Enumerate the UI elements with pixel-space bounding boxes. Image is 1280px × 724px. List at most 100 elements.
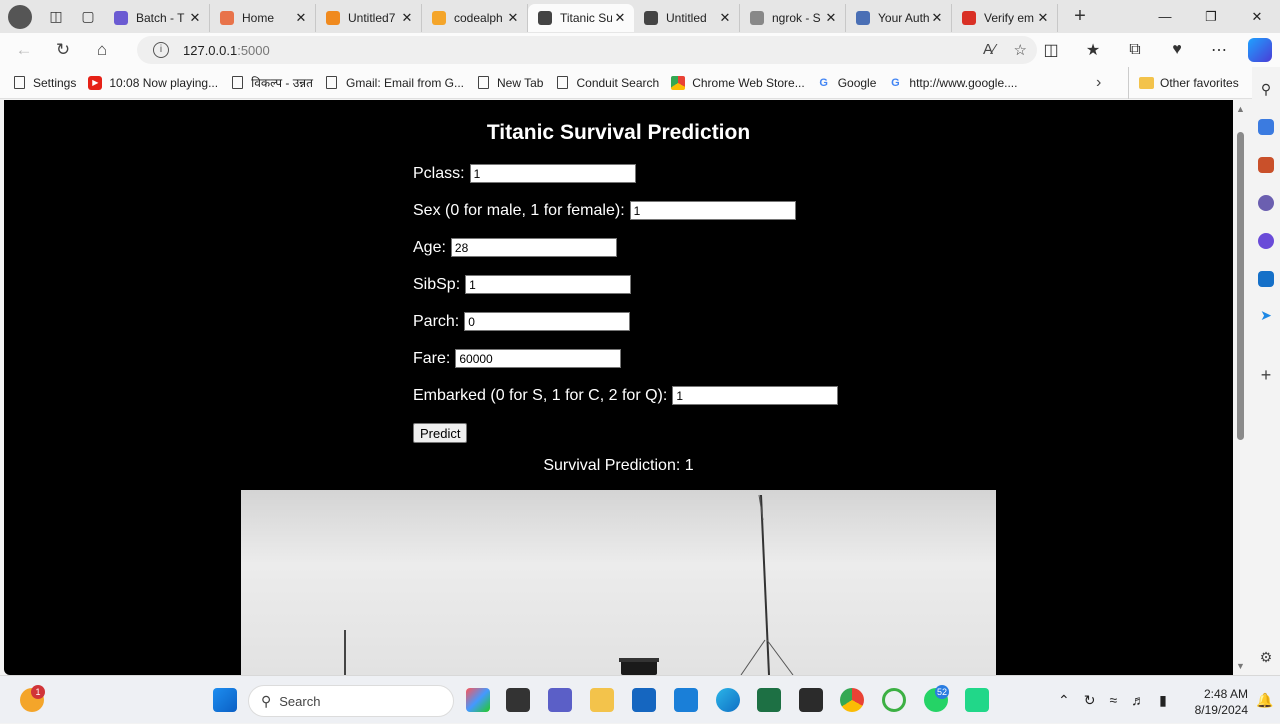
tab-close-icon[interactable]: ✕ [717, 10, 733, 26]
volume-icon[interactable]: ♬ [1131, 692, 1145, 708]
tab-9[interactable]: Verify em ✕ [952, 4, 1058, 32]
field-input[interactable] [464, 312, 631, 331]
sidebar-settings-icon[interactable]: ⚙ [1258, 649, 1274, 665]
outlook-icon[interactable] [1258, 271, 1274, 287]
tab-title: Your Auth [878, 11, 929, 25]
field-input[interactable] [672, 386, 839, 405]
page-scrollbar[interactable]: ▲ ▼ [1233, 100, 1248, 675]
tab-1[interactable]: Batch - T ✕ [104, 4, 210, 32]
tab-close-icon[interactable]: ✕ [1035, 10, 1051, 26]
start-button[interactable] [213, 688, 237, 712]
bookmark-item[interactable]: G Google [817, 76, 876, 90]
tab-3[interactable]: Untitled7 ✕ [316, 4, 422, 32]
tab-close-icon[interactable]: ✕ [293, 10, 309, 26]
tab-4[interactable]: codealph ✕ [422, 4, 528, 32]
copilot-icon[interactable] [1248, 38, 1272, 62]
tab-actions-icon[interactable]: ▢ [77, 6, 99, 28]
teams-icon[interactable] [548, 688, 572, 712]
favorites-icon[interactable]: ★ [1072, 40, 1114, 60]
site-info-icon[interactable]: i [153, 42, 169, 58]
chevron-right-icon[interactable]: › [1096, 74, 1101, 92]
tab-title: ngrok - S [772, 11, 821, 25]
field-input[interactable] [450, 238, 617, 257]
clock[interactable]: 2:48 AM 8/19/2024 [1188, 686, 1248, 718]
folder-icon [1139, 77, 1154, 89]
more-menu-icon[interactable]: ⋯ [1198, 40, 1240, 60]
field-input[interactable] [465, 275, 632, 294]
copilot-taskbar-icon[interactable] [466, 688, 490, 712]
field-input[interactable] [455, 349, 622, 368]
taskbar-search[interactable]: ⚲ Search [248, 685, 454, 717]
split-screen-icon[interactable]: ◫ [1030, 40, 1072, 60]
games-icon[interactable] [1258, 195, 1274, 211]
bookmark-item[interactable]: New Tab [476, 76, 543, 90]
tab-8[interactable]: Your Auth ✕ [846, 4, 952, 32]
tab-close-icon[interactable]: ✕ [187, 10, 203, 26]
tab-title: Verify em [984, 11, 1035, 25]
tab-favicon-icon [856, 11, 870, 25]
cortana-ring-icon[interactable] [882, 688, 906, 712]
tab-2[interactable]: Home ✕ [210, 4, 316, 32]
favorite-star-icon[interactable]: ☆ [1014, 41, 1027, 59]
microsoft365-icon[interactable] [1258, 233, 1274, 249]
file-explorer-icon[interactable] [590, 688, 614, 712]
edge-icon[interactable] [716, 688, 740, 712]
collections-icon[interactable]: ⧉ [1114, 41, 1156, 59]
excel-icon[interactable] [757, 688, 781, 712]
chevron-up-icon[interactable]: ⌃ [1058, 692, 1070, 709]
maximize-button[interactable]: ❐ [1188, 0, 1234, 33]
field-input[interactable] [469, 164, 636, 183]
mail-icon[interactable] [674, 688, 698, 712]
form-row: SibSp: [413, 275, 632, 294]
tools-icon[interactable] [1258, 157, 1274, 173]
shopping-icon[interactable] [1258, 119, 1274, 135]
refresh-button[interactable]: ↻ [48, 35, 78, 65]
task-view-icon[interactable] [506, 688, 530, 712]
minimize-button[interactable]: — [1142, 0, 1188, 33]
tab-close-icon[interactable]: ✕ [399, 10, 415, 26]
scroll-down-icon[interactable]: ▼ [1236, 661, 1245, 671]
bookmark-item[interactable]: Conduit Search [555, 76, 659, 90]
store-icon[interactable] [632, 688, 656, 712]
predict-button[interactable]: Predict [413, 423, 468, 443]
home-button[interactable]: ⌂ [87, 35, 117, 65]
bookmark-item[interactable]: Settings [12, 76, 76, 90]
new-tab-button[interactable]: + [1068, 5, 1092, 28]
field-input[interactable] [629, 201, 796, 220]
terminal-icon[interactable] [799, 688, 823, 712]
tab-close-icon[interactable]: ✕ [823, 10, 839, 26]
bookmark-item[interactable]: विकल्प - उन्नत [230, 74, 313, 91]
battery-icon[interactable]: ▮ [1159, 692, 1167, 709]
close-window-button[interactable]: ✕ [1234, 0, 1280, 33]
address-bar[interactable]: i 127.0.0.1:5000 A⁄ ☆ [137, 36, 1037, 64]
tab-5[interactable]: Titanic Su ✕ [528, 4, 634, 32]
bookmark-item[interactable]: Gmail: Email from G... [325, 76, 464, 90]
read-aloud-icon[interactable]: A⁄ [983, 41, 996, 59]
sync-icon[interactable]: ↻ [1084, 692, 1096, 709]
other-favorites[interactable]: Other favorites [1128, 67, 1239, 99]
telegram-icon[interactable]: ➤ [1258, 307, 1274, 323]
tab-6[interactable]: Untitled ✕ [634, 4, 740, 32]
tab-close-icon[interactable]: ✕ [612, 10, 628, 26]
add-sidebar-app-icon[interactable]: + [1258, 366, 1274, 384]
titanic-photo [241, 490, 996, 675]
tab-close-icon[interactable]: ✕ [929, 10, 945, 26]
profile-avatar[interactable] [8, 4, 32, 29]
tab-close-icon[interactable]: ✕ [505, 10, 521, 26]
bookmark-item[interactable]: Chrome Web Store... [671, 75, 805, 90]
pycharm-icon[interactable] [965, 688, 989, 712]
tab-favicon-icon [114, 11, 128, 25]
notification-bell-icon[interactable]: 🔔 [1256, 676, 1273, 724]
scrollbar-thumb[interactable] [1237, 132, 1244, 440]
back-button[interactable]: ← [9, 35, 39, 65]
workspaces-icon[interactable]: ◫ [45, 6, 67, 28]
chrome-icon[interactable] [840, 688, 864, 712]
search-icon[interactable]: ⚲ [1258, 81, 1274, 97]
scroll-up-icon[interactable]: ▲ [1236, 104, 1245, 114]
bookmark-item[interactable]: Ghttp://www.google.... [888, 76, 1017, 90]
wifi-icon[interactable]: ≈ [1109, 692, 1117, 708]
tab-7[interactable]: ngrok - S ✕ [740, 4, 846, 32]
bookmark-label: Chrome Web Store... [692, 75, 805, 90]
bookmark-item[interactable]: ▶ 10:08 Now playing... [88, 75, 218, 90]
browser-essentials-icon[interactable]: ♥ [1156, 41, 1198, 59]
